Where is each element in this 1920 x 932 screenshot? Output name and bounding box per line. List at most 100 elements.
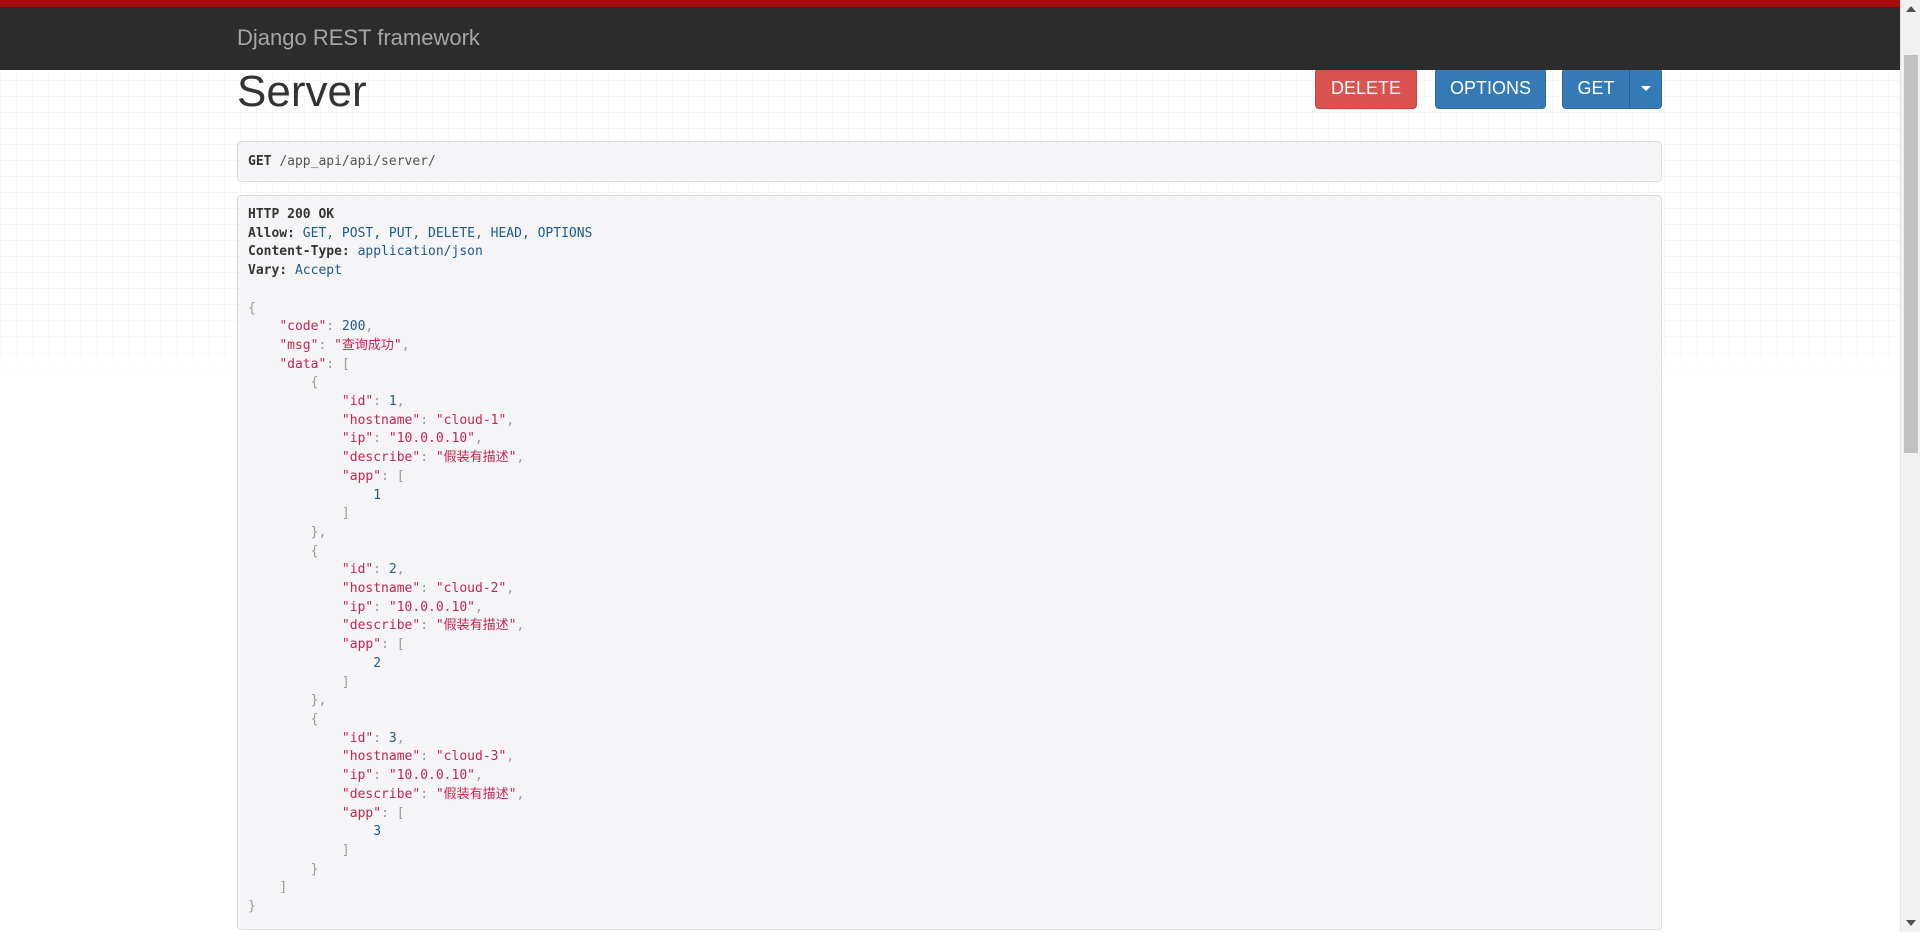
- json-key: "describe": [341, 786, 421, 802]
- json-punctuation: ]: [279, 880, 288, 896]
- json-key: "hostname": [341, 749, 421, 765]
- json-punctuation: {: [310, 543, 319, 559]
- response-header-key: Content-Type:: [248, 244, 350, 260]
- json-key: "describe": [341, 450, 421, 466]
- scroll-down-arrow-icon[interactable]: [1906, 920, 1916, 926]
- json-string-value: "cloud-2": [435, 581, 507, 597]
- json-punctuation: :: [318, 337, 335, 353]
- json-punctuation: :: [373, 431, 389, 447]
- json-string-value: "假装有描述": [435, 786, 517, 802]
- json-punctuation: }: [310, 861, 319, 877]
- caret-down-icon: [1641, 86, 1651, 91]
- json-string-value: "cloud-1": [435, 412, 507, 428]
- json-punctuation: ,: [401, 337, 410, 353]
- json-punctuation: ,: [506, 581, 515, 597]
- json-punctuation: ,: [474, 431, 483, 447]
- json-punctuation: ,: [506, 749, 515, 765]
- json-key: "data": [279, 356, 327, 372]
- json-punctuation: {: [310, 375, 319, 391]
- response-header-value: Accept: [294, 263, 342, 279]
- json-key: "id": [341, 730, 374, 746]
- json-number-value: 1: [373, 487, 382, 503]
- json-punctuation: :: [373, 562, 389, 578]
- json-key: "code": [279, 319, 327, 335]
- scroll-up-arrow-icon[interactable]: [1906, 6, 1916, 12]
- json-punctuation: ,: [474, 599, 483, 615]
- json-punctuation: }: [248, 899, 256, 915]
- response-header-value: GET, POST, PUT, DELETE, HEAD, OPTIONS: [302, 225, 593, 241]
- page: Django REST framework Server DELETE OPTI…: [0, 0, 1920, 932]
- json-key: "ip": [341, 768, 374, 784]
- json-punctuation: :: [326, 356, 342, 372]
- json-punctuation: {: [248, 300, 256, 316]
- json-punctuation: ]: [341, 842, 350, 858]
- json-punctuation: ,: [516, 618, 525, 634]
- json-punctuation: ,: [474, 768, 483, 784]
- json-punctuation: :: [326, 319, 342, 335]
- json-key: "app": [341, 805, 382, 821]
- json-punctuation: [: [396, 468, 405, 484]
- json-punctuation: ,: [365, 319, 374, 335]
- json-key: "ip": [341, 431, 374, 447]
- json-punctuation: ,: [318, 693, 327, 709]
- json-punctuation: ,: [396, 562, 405, 578]
- delete-button[interactable]: DELETE: [1315, 68, 1417, 109]
- get-button[interactable]: GET: [1562, 68, 1630, 109]
- json-punctuation: [: [396, 637, 405, 653]
- json-punctuation: :: [381, 805, 397, 821]
- json-punctuation: ,: [396, 730, 405, 746]
- json-key: "hostname": [341, 412, 421, 428]
- response-header-key: Allow:: [248, 225, 295, 241]
- json-number-value: 3: [388, 730, 397, 746]
- json-punctuation: :: [420, 618, 436, 634]
- json-string-value: "cloud-3": [435, 749, 507, 765]
- get-format-dropdown-button[interactable]: [1629, 68, 1662, 109]
- json-punctuation: :: [381, 637, 397, 653]
- json-number-value: 1: [388, 394, 397, 410]
- json-punctuation: :: [420, 581, 436, 597]
- navbar: Django REST framework: [0, 0, 1900, 70]
- json-string-value: "10.0.0.10": [388, 599, 475, 615]
- json-number-value: 3: [373, 824, 382, 840]
- json-punctuation: :: [420, 749, 436, 765]
- json-punctuation: ]: [341, 506, 350, 522]
- json-number-value: 2: [388, 562, 397, 578]
- json-punctuation: [: [396, 805, 405, 821]
- page-title: Server: [237, 67, 367, 116]
- request-path: /app_api/api/server/: [279, 154, 436, 169]
- json-punctuation: [: [341, 356, 350, 372]
- json-punctuation: :: [373, 730, 389, 746]
- json-key: "app": [341, 468, 382, 484]
- options-button[interactable]: OPTIONS: [1435, 68, 1546, 109]
- json-punctuation: ,: [506, 412, 515, 428]
- json-punctuation: :: [381, 468, 397, 484]
- json-key: "app": [341, 637, 382, 653]
- brand-link[interactable]: Django REST framework: [237, 25, 480, 51]
- json-key: "hostname": [341, 581, 421, 597]
- json-key: "msg": [279, 337, 319, 353]
- request-method: GET: [248, 154, 272, 169]
- json-key: "id": [341, 394, 374, 410]
- json-number-value: 2: [373, 655, 382, 671]
- json-punctuation: ,: [396, 394, 405, 410]
- json-punctuation: :: [373, 768, 389, 784]
- json-punctuation: ]: [341, 674, 350, 690]
- json-string-value: "10.0.0.10": [388, 431, 475, 447]
- request-info: GET /app_api/api/server/: [237, 141, 1662, 182]
- response-info: HTTP 200 OK Allow: GET, POST, PUT, DELET…: [237, 195, 1662, 930]
- response-status: HTTP 200 OK: [248, 207, 335, 222]
- json-string-value: "10.0.0.10": [388, 768, 475, 784]
- scrollbar[interactable]: [1900, 0, 1920, 932]
- json-number-value: 200: [341, 319, 366, 335]
- json-punctuation: {: [310, 711, 319, 727]
- json-punctuation: :: [420, 450, 436, 466]
- json-punctuation: ,: [318, 524, 327, 540]
- json-punctuation: :: [373, 394, 389, 410]
- response-header-key: Vary:: [248, 263, 288, 279]
- json-key: "id": [341, 562, 374, 578]
- json-punctuation: :: [373, 599, 389, 615]
- scrollbar-thumb[interactable]: [1904, 55, 1918, 453]
- json-punctuation: ,: [516, 786, 525, 802]
- json-key: "ip": [341, 599, 374, 615]
- json-string-value: "假装有描述": [435, 450, 517, 466]
